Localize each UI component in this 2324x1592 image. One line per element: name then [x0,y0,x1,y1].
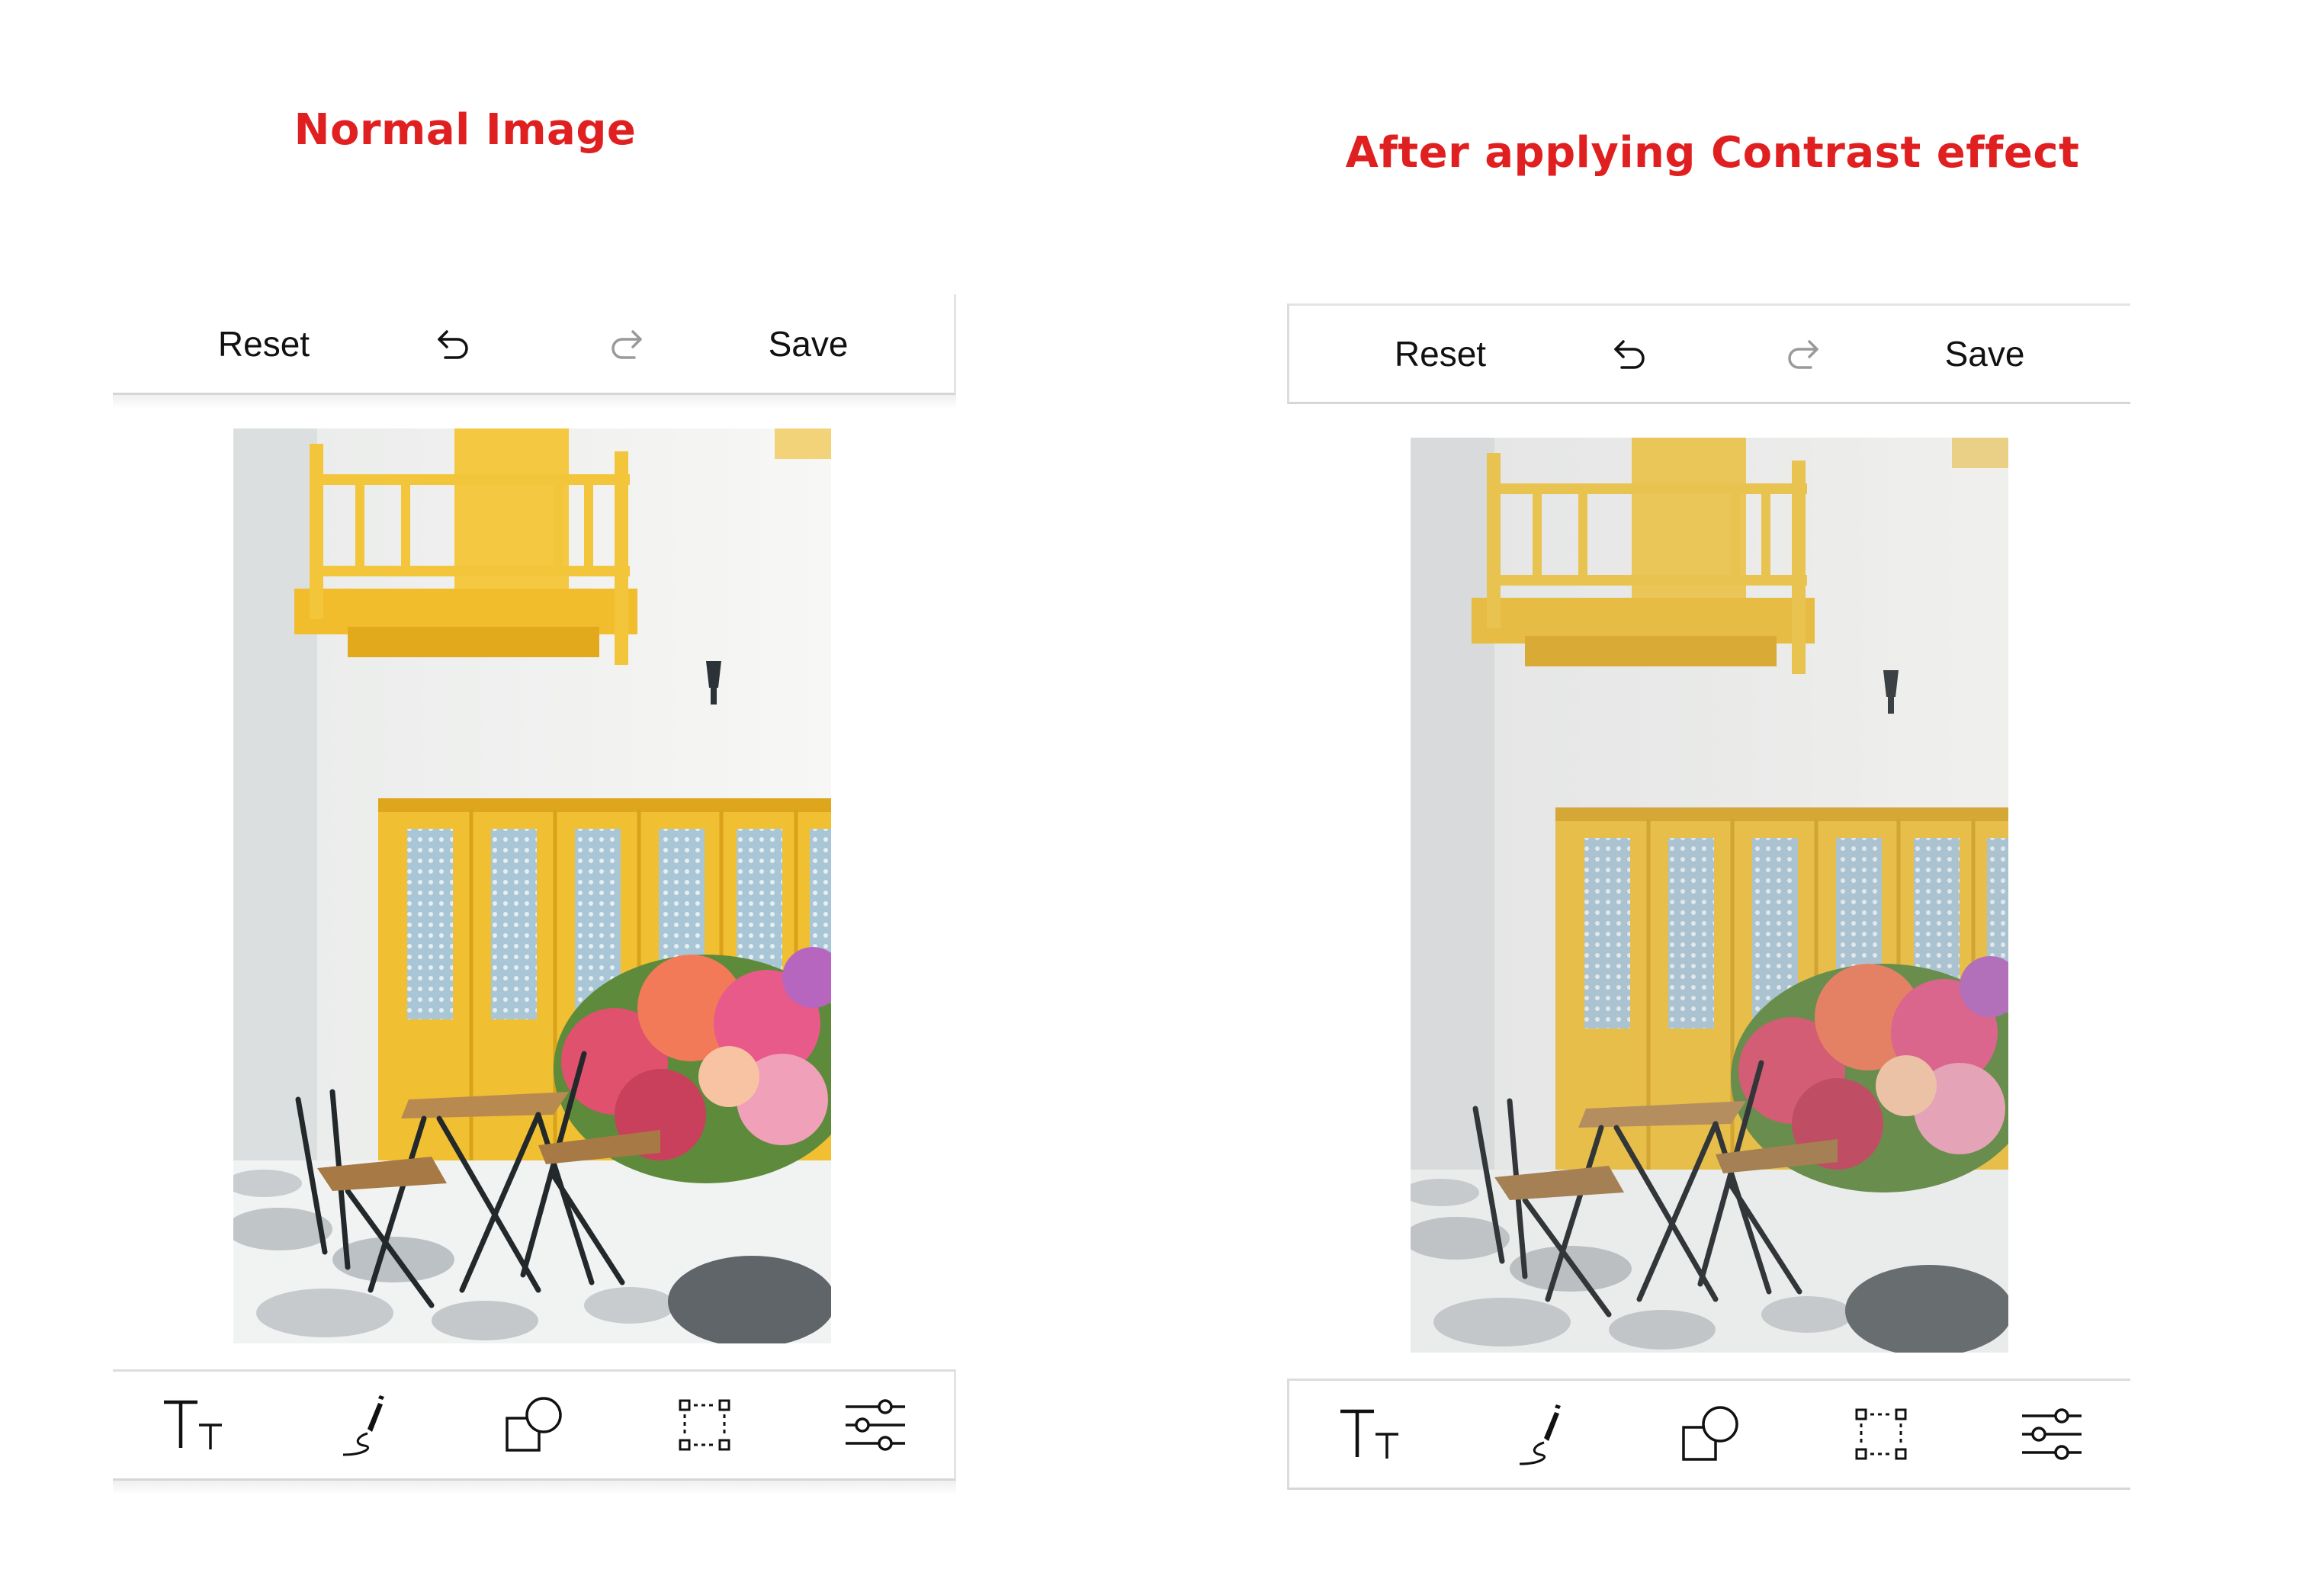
crop-icon[interactable] [1851,1404,1912,1465]
undo-icon[interactable] [432,321,477,367]
toolbar-shadow [113,395,956,409]
reset-button[interactable]: Reset [218,323,310,364]
shapes-icon[interactable] [499,1391,568,1459]
freehand-draw-icon[interactable] [334,1391,395,1459]
caption-normal-image: Normal Image [294,105,637,155]
save-button[interactable]: Save [1945,333,2025,374]
adjust-filter-icon[interactable] [2017,1404,2086,1465]
caption-contrast-effect: After applying Contrast effect [1345,128,2080,178]
redo-icon[interactable] [602,321,648,367]
top-toolbar-contrast: Reset Save [1287,303,2130,404]
adjust-filter-icon[interactable] [841,1395,910,1456]
shapes-icon[interactable] [1676,1400,1745,1468]
save-button[interactable]: Save [769,323,849,364]
toolbar-shadow [113,1481,956,1494]
top-toolbar-normal: Reset Save [113,294,956,395]
text-icon[interactable] [159,1395,228,1456]
image-canvas-contrast[interactable] [1411,438,2008,1353]
bottom-toolbar-normal [113,1369,956,1481]
bottom-toolbar-contrast [1287,1379,2130,1490]
crop-icon[interactable] [674,1395,735,1456]
freehand-draw-icon[interactable] [1510,1400,1571,1468]
text-icon[interactable] [1336,1404,1404,1465]
image-canvas-normal[interactable] [233,428,831,1343]
redo-icon[interactable] [1779,331,1825,377]
undo-icon[interactable] [1608,331,1654,377]
reset-button[interactable]: Reset [1395,333,1486,374]
